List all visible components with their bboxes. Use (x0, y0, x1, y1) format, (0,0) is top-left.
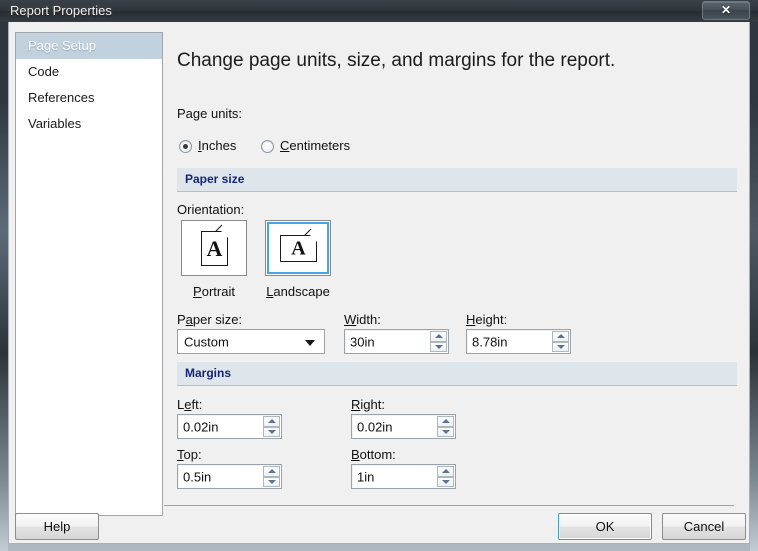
stepper-up-icon[interactable] (437, 466, 454, 477)
sidebar-item-label: Page Setup (28, 38, 96, 53)
stepper-down-icon[interactable] (437, 476, 454, 487)
title-bar: Report Properties ✕ (0, 0, 758, 22)
width-value: 30in (350, 334, 375, 349)
orientation-landscape-label: Landscape (266, 284, 330, 299)
section-header-margins-label: Margins (185, 366, 232, 380)
page-icon-letter: A (291, 237, 306, 259)
paper-size-select[interactable]: Custom (177, 329, 325, 354)
sidebar-item-label: Code (28, 64, 60, 79)
margin-left-value: 0.02in (183, 419, 219, 434)
page-units-label: Page units: (177, 106, 243, 121)
margin-left-label: Left: (177, 397, 203, 412)
window-frame-right (750, 0, 758, 551)
stepper-down-icon[interactable] (430, 341, 447, 352)
margin-right-label: Right: (351, 397, 385, 412)
section-header-paper-size-label: Paper size (185, 172, 245, 186)
stepper-up-icon[interactable] (263, 466, 280, 477)
footer-divider (164, 505, 734, 506)
stepper-down-icon[interactable] (437, 426, 454, 437)
orientation-portrait-label: Portrait (193, 284, 235, 299)
orientation-label: Orientation: (177, 202, 245, 217)
dialog-window: Report Properties ✕ Page Setup Code Refe… (0, 0, 758, 551)
sidebar-item-label: References (28, 90, 95, 105)
orientation-portrait-button[interactable]: A (181, 220, 247, 276)
radio-centimeters-indicator (261, 140, 274, 153)
radio-inches-indicator (179, 140, 192, 153)
close-button[interactable]: ✕ (702, 1, 750, 20)
stepper-down-icon[interactable] (263, 426, 280, 437)
window-title: Report Properties (10, 3, 112, 18)
sidebar-item-code[interactable]: Code (16, 59, 162, 85)
cancel-button[interactable]: Cancel (662, 513, 746, 540)
margin-right-stepper[interactable] (437, 416, 454, 437)
margin-bottom-input[interactable]: 1in (351, 464, 456, 489)
height-input[interactable]: 8.78in (466, 329, 571, 354)
margin-left-input[interactable]: 0.02in (177, 414, 282, 439)
margin-bottom-stepper[interactable] (437, 466, 454, 487)
margin-right-input[interactable]: 0.02in (351, 414, 456, 439)
sidebar: Page Setup Code References Variables (15, 32, 163, 516)
sidebar-item-page-setup[interactable]: Page Setup (16, 33, 162, 59)
width-label: Width: (344, 312, 381, 327)
stepper-up-icon[interactable] (263, 416, 280, 427)
height-value: 8.78in (472, 334, 508, 349)
page-icon-letter: A (206, 235, 223, 261)
page-portrait-icon: A (201, 224, 228, 266)
paper-size-value: Custom (184, 334, 229, 349)
stepper-up-icon[interactable] (430, 331, 447, 342)
height-stepper[interactable] (552, 331, 569, 352)
section-header-margins: Margins (177, 362, 737, 386)
sidebar-item-label: Variables (28, 116, 82, 131)
stepper-down-icon[interactable] (263, 476, 280, 487)
margin-top-input[interactable]: 0.5in (177, 464, 282, 489)
margin-right-value: 0.02in (357, 419, 393, 434)
dialog-body: Page Setup Code References Variables Cha… (8, 22, 750, 544)
stepper-up-icon[interactable] (437, 416, 454, 427)
margin-top-value: 0.5in (183, 469, 212, 484)
margin-left-stepper[interactable] (263, 416, 280, 437)
page-title: Change page units, size, and margins for… (177, 50, 616, 71)
chevron-down-icon (305, 339, 315, 346)
page-landscape-icon: A (280, 228, 317, 262)
stepper-down-icon[interactable] (552, 341, 569, 352)
paper-size-label: Paper size: (177, 312, 243, 327)
height-label: Height: (466, 312, 508, 327)
width-input[interactable]: 30in (344, 329, 449, 354)
margin-bottom-value: 1in (357, 469, 375, 484)
close-icon: ✕ (720, 3, 732, 17)
section-header-paper-size: Paper size (177, 168, 737, 192)
window-frame-left (0, 0, 8, 551)
ok-button[interactable]: OK (558, 513, 652, 540)
width-stepper[interactable] (430, 331, 447, 352)
sidebar-item-references[interactable]: References (16, 85, 162, 111)
margin-bottom-label: Bottom: (351, 447, 396, 462)
content-pane: Change page units, size, and margins for… (169, 22, 749, 544)
sidebar-item-variables[interactable]: Variables (16, 111, 162, 137)
margin-top-stepper[interactable] (263, 466, 280, 487)
radio-inches-label: Inches (198, 138, 237, 153)
margin-top-label: Top: (177, 447, 202, 462)
radio-centimeters-label: Centimeters (280, 138, 351, 153)
help-button[interactable]: Help (15, 513, 99, 540)
stepper-up-icon[interactable] (552, 331, 569, 342)
orientation-landscape-button[interactable]: A (265, 220, 331, 276)
